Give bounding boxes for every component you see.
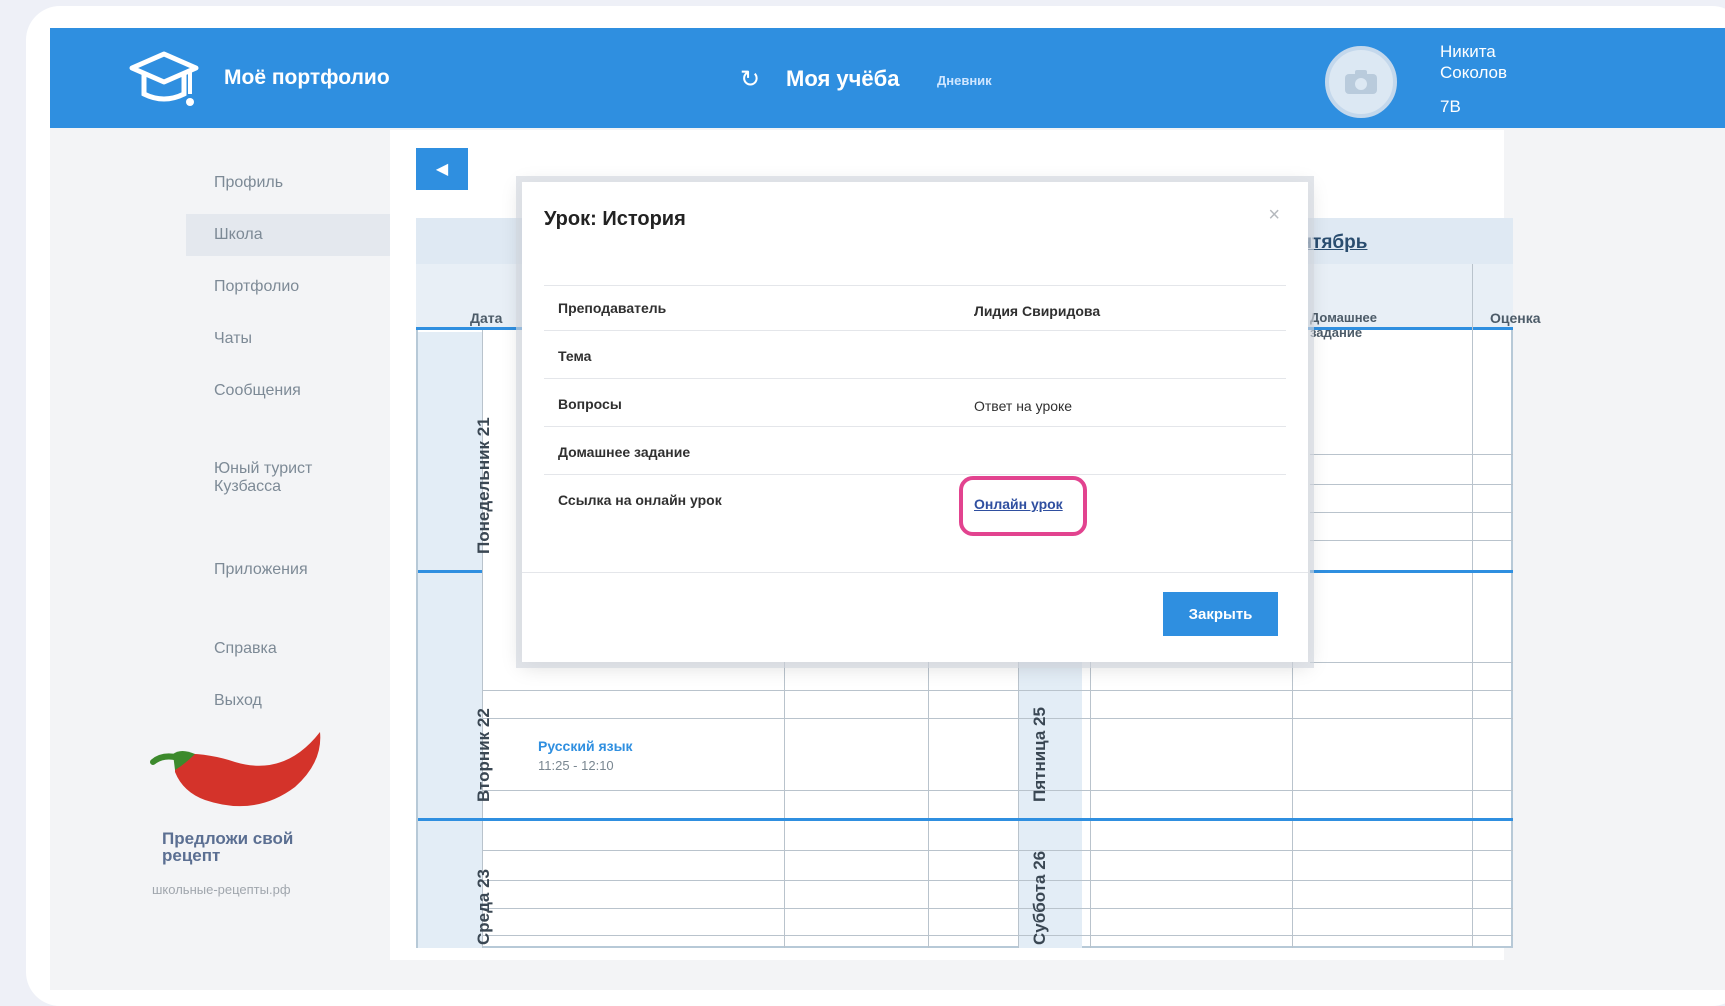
- row-divider: [544, 474, 1286, 475]
- day-label-monday: Понедельник 21: [474, 417, 493, 554]
- row-divider: [544, 426, 1286, 427]
- row-label-questions: Вопросы: [558, 396, 622, 412]
- grid-line: [1310, 512, 1513, 513]
- row-divider: [544, 285, 1286, 286]
- grid-line: [1310, 540, 1513, 541]
- refresh-icon[interactable]: ↻: [740, 68, 760, 92]
- close-icon[interactable]: ×: [1268, 204, 1280, 227]
- grid-line: [1292, 660, 1293, 948]
- sidebar-item-school[interactable]: Школа: [186, 214, 416, 256]
- row-label-topic: Тема: [558, 348, 592, 364]
- grid-line: [1310, 454, 1513, 455]
- grid-line: [482, 850, 1513, 851]
- sidebar-item-apps[interactable]: Приложения: [186, 561, 416, 579]
- row-label-homework: Домашнее задание: [558, 444, 691, 460]
- row-divider: [544, 378, 1286, 379]
- grid-line: [928, 660, 929, 948]
- sidebar-item-logout[interactable]: Выход: [186, 692, 416, 710]
- user-last-name: Соколов: [1440, 63, 1508, 82]
- lesson-modal: Урок: История × Преподаватель Лидия Свир…: [522, 182, 1308, 662]
- promo-title[interactable]: Предложи свой рецепт: [162, 830, 342, 864]
- top-header: Моё портфолио ↻ Моя учёба Дневник Никита…: [50, 28, 1725, 128]
- row-label-teacher: Преподаватель: [558, 300, 667, 316]
- lesson-time: 11:25 - 12:10: [538, 758, 614, 773]
- day-label-saturday: Суббота 26: [1030, 850, 1049, 945]
- grid-line: [482, 880, 1513, 881]
- grid-line: [1018, 660, 1019, 948]
- arrow-left-icon: ◀: [435, 161, 449, 178]
- sidebar-item-chats[interactable]: Чаты: [186, 330, 416, 348]
- day-label-wednesday: Среда 23: [474, 869, 493, 945]
- back-button[interactable]: ◀: [416, 148, 468, 190]
- day-separator: [418, 570, 482, 573]
- col-homework-header: Домашнее задание: [1310, 310, 1378, 340]
- col-grade-header: Оценка: [1490, 310, 1541, 326]
- grid-line: [1310, 662, 1513, 663]
- graduation-cap-icon[interactable]: [128, 46, 200, 112]
- col-date-header: Дата: [470, 310, 503, 326]
- lesson-name[interactable]: Русский язык: [538, 738, 633, 754]
- grid-line: [1310, 484, 1513, 485]
- user-first-name: Никита: [1440, 42, 1496, 61]
- sidebar-item-messages[interactable]: Сообщения: [186, 382, 416, 400]
- day-separator: [418, 818, 1513, 821]
- avatar[interactable]: [1325, 46, 1397, 118]
- study-section-title[interactable]: Моя учёба: [786, 66, 900, 92]
- online-lesson-link[interactable]: Онлайн урок: [974, 496, 1063, 512]
- grid-line: [1090, 660, 1091, 948]
- row-divider: [544, 330, 1286, 331]
- grid-line: [1472, 264, 1473, 948]
- row-label-online-link: Ссылка на онлайн урок: [558, 492, 722, 508]
- day-separator: [1310, 570, 1513, 573]
- day-label-friday: Пятница 25: [1030, 707, 1049, 802]
- sidebar-item-portfolio[interactable]: Портфолио: [186, 278, 416, 296]
- user-class: 7В: [1440, 97, 1461, 116]
- sidebar-item-profile[interactable]: Профиль: [186, 174, 416, 204]
- logo-title[interactable]: Моё портфолио: [224, 66, 390, 90]
- grid-line: [482, 935, 1513, 936]
- grid-line: [482, 908, 1513, 909]
- modal-footer-divider: [522, 572, 1308, 573]
- sidebar-item-help[interactable]: Справка: [186, 640, 416, 658]
- camera-icon: [1345, 70, 1377, 94]
- modal-title: Урок: История: [544, 208, 686, 230]
- chili-pepper-logo[interactable]: [145, 722, 325, 817]
- row-value-teacher: Лидия Свиридова: [974, 303, 1101, 319]
- grid-line: [482, 718, 1513, 719]
- sidebar-item-young-tourist[interactable]: Юный турист Кузбасса: [186, 460, 346, 496]
- row-value-questions: Ответ на уроке: [974, 398, 1073, 414]
- close-button[interactable]: Закрыть: [1163, 592, 1278, 636]
- promo-link[interactable]: школьные-рецепты.рф: [152, 882, 291, 897]
- grid-line: [482, 690, 1513, 691]
- day-column-left: [418, 332, 482, 948]
- grid-line: [482, 790, 1513, 791]
- diary-link[interactable]: Дневник: [937, 73, 992, 88]
- day-label-tuesday: Вторник 22: [474, 708, 493, 802]
- grid-line: [784, 660, 785, 948]
